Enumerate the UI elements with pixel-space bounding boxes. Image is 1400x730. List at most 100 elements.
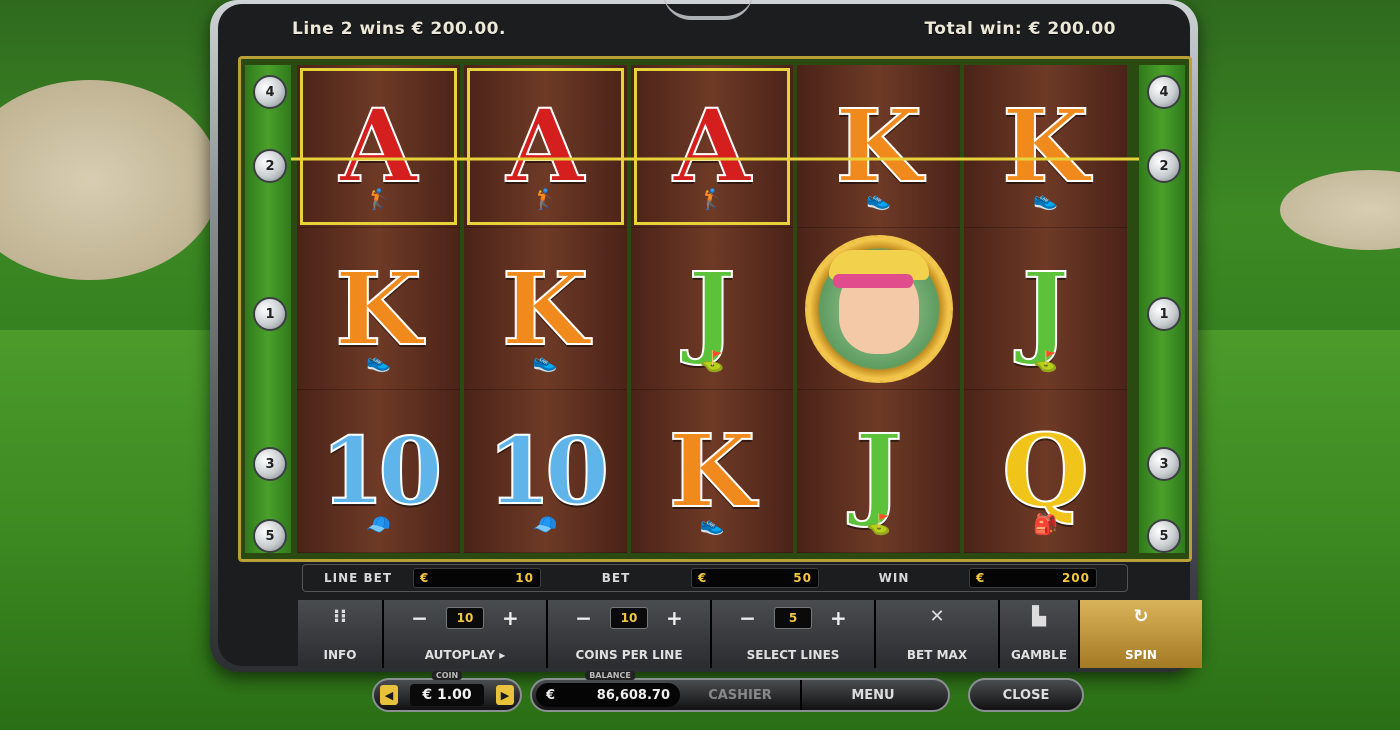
menu-button[interactable]: MENU [800, 680, 944, 710]
golf-flag-icon: ⛳ [1033, 349, 1059, 374]
reel-5: K 👟 J ⛳ Q 🎒 [964, 65, 1127, 554]
symbol-k: K [668, 412, 757, 531]
golf-shoe-icon: 👟 [1033, 186, 1059, 211]
symbol-10: 10 [486, 417, 610, 526]
spin-label: SPIN [1125, 648, 1157, 662]
coins-per-line-label: COINS PER LINE [575, 648, 683, 662]
line-markers-right: 4 2 1 3 5 [1139, 65, 1185, 553]
reel-1: A 🏌 K 👟 10 🧢 [297, 65, 460, 554]
golf-flag-icon: ⛳ [699, 349, 725, 374]
reel-cell [797, 228, 961, 391]
line-marker-5-right[interactable]: 5 [1147, 519, 1181, 553]
symbol-10: 10 [319, 417, 443, 526]
golf-club-icon: 🏌 [699, 186, 725, 211]
line-marker-2-right[interactable]: 2 [1147, 149, 1181, 183]
bet-max-icon: ✕ [929, 606, 945, 627]
coin-increase-arrow-icon[interactable]: ▶ [495, 685, 514, 705]
line-marker-2-left[interactable]: 2 [253, 149, 287, 183]
line-bet-value: 10 [515, 571, 534, 585]
reel-cell: A 🏌 [463, 65, 627, 228]
currency-symbol: € [698, 571, 708, 585]
golf-shoe-icon: 🏌 [365, 186, 391, 211]
golf-shoe-icon: 👟 [365, 349, 391, 374]
info-label: INFO [323, 648, 357, 662]
close-button[interactable]: CLOSE [968, 678, 1084, 712]
spin-icon: ↻ [1133, 606, 1149, 627]
line-marker-5-left[interactable]: 5 [253, 519, 287, 553]
balance-display: € 86,608.70 [536, 683, 680, 707]
reel-cell: A 🏌 [630, 65, 794, 228]
reel-cell: K 👟 [297, 228, 460, 391]
select-lines-label: SELECT LINES [746, 648, 840, 662]
golf-flag-icon: ⛳ [866, 512, 892, 537]
reel-cell: J ⛳ [630, 228, 794, 391]
line-marker-1-left[interactable]: 1 [253, 297, 287, 331]
coin-tag: COIN [431, 671, 463, 680]
golf-shoe-icon: 👟 [699, 512, 725, 537]
autoplay-plus-button[interactable]: + [502, 606, 519, 630]
symbol-j: J [687, 249, 736, 368]
reel-frame: 4 2 1 3 5 A🏌 K👟 10🧢 A🏌 K👟 10🧢 A� [238, 56, 1192, 562]
gamble-label: GAMBLE [1010, 648, 1068, 662]
coin-selector: COIN ◀ € 1.00 ▶ [372, 671, 522, 712]
select-lines-control: − 5 + SELECT LINES [712, 600, 876, 668]
line-marker-4-right[interactable]: 4 [1147, 75, 1181, 109]
lines-plus-button[interactable]: + [830, 606, 847, 630]
win-label: WIN [878, 571, 910, 585]
bet-max-button[interactable]: ✕ BET MAX [876, 600, 1000, 668]
line-win-text: Line 2 wins € 200.00. [292, 19, 506, 39]
bet-info-bar: LINE BET €10 BET €50 WIN €200 [302, 564, 1128, 592]
bet-max-label: BET MAX [906, 648, 968, 662]
golf-club-icon: 🏌 [532, 186, 558, 211]
coins-plus-button[interactable]: + [666, 606, 683, 630]
cashier-button[interactable]: CASHIER [680, 688, 800, 703]
line-bet-display: €10 [413, 568, 541, 588]
gamble-button[interactable]: ▙ GAMBLE [1000, 600, 1080, 668]
coins-value: 10 [610, 607, 648, 629]
coins-minus-button[interactable]: − [575, 606, 592, 630]
symbol-k: K [1001, 86, 1090, 205]
golf-bag-icon: 🎒 [1033, 512, 1059, 537]
reel-3: A 🏌 J ⛳ K 👟 [630, 65, 794, 554]
coin-decrease-arrow-icon[interactable]: ◀ [380, 685, 398, 705]
currency-symbol: € [976, 571, 986, 585]
total-win-text: Total win: € 200.00 [924, 19, 1116, 39]
spin-button[interactable]: ↻ SPIN [1080, 600, 1202, 668]
reel-cell: 10 🧢 [297, 390, 460, 554]
autoplay-control: − 10 + AUTOPLAY ▸ [384, 600, 548, 668]
line-marker-3-right[interactable]: 3 [1147, 447, 1181, 481]
balance-tag: BALANCE [585, 671, 635, 680]
paytable-icon: ⁝⁝ [333, 606, 347, 627]
lines-minus-button[interactable]: − [739, 606, 756, 630]
line-marker-1-right[interactable]: 1 [1147, 297, 1181, 331]
symbol-a: A [339, 86, 419, 205]
line-marker-3-left[interactable]: 3 [253, 447, 287, 481]
autoplay-button[interactable]: AUTOPLAY ▸ [425, 648, 506, 662]
sand-bunker-left [0, 80, 220, 280]
bet-label: BET [601, 571, 631, 585]
info-button[interactable]: ⁝⁝ INFO [298, 600, 384, 668]
golfer-girl-face [828, 249, 929, 354]
reel-cell: K 👟 [964, 65, 1127, 228]
reel-cell: Q 🎒 [964, 390, 1127, 554]
coin-value: € 1.00 [410, 684, 484, 706]
autoplay-value: 10 [446, 607, 484, 629]
autoplay-minus-button[interactable]: − [411, 606, 428, 630]
coins-per-line-control: − 10 + COINS PER LINE [548, 600, 712, 668]
line-marker-4-left[interactable]: 4 [253, 75, 287, 109]
reel-cell: J ⛳ [964, 228, 1127, 391]
win-display: €200 [969, 568, 1097, 588]
balance-bar: BALANCE € 86,608.70 CASHIER MENU [530, 671, 950, 712]
bet-display: €50 [691, 568, 819, 588]
reel-cell: J ⛳ [797, 390, 961, 554]
sand-bunker-right [1280, 170, 1400, 250]
gamble-cards-icon: ▙ [1032, 606, 1046, 627]
golf-shoe-icon: 👟 [866, 186, 892, 211]
cabinet-inner: Line 2 wins € 200.00. Total win: € 200.0… [218, 4, 1202, 668]
control-panel: ⁝⁝ INFO − 10 + AUTOPLAY ▸ − 10 + COINS P… [298, 600, 1202, 668]
balance-currency: € [546, 687, 556, 703]
reel-cell: K 👟 [463, 228, 627, 391]
currency-symbol: € [420, 571, 430, 585]
win-message-bar: Line 2 wins € 200.00. Total win: € 200.0… [242, 10, 1166, 48]
golfer-girl-wild-icon [804, 234, 953, 383]
